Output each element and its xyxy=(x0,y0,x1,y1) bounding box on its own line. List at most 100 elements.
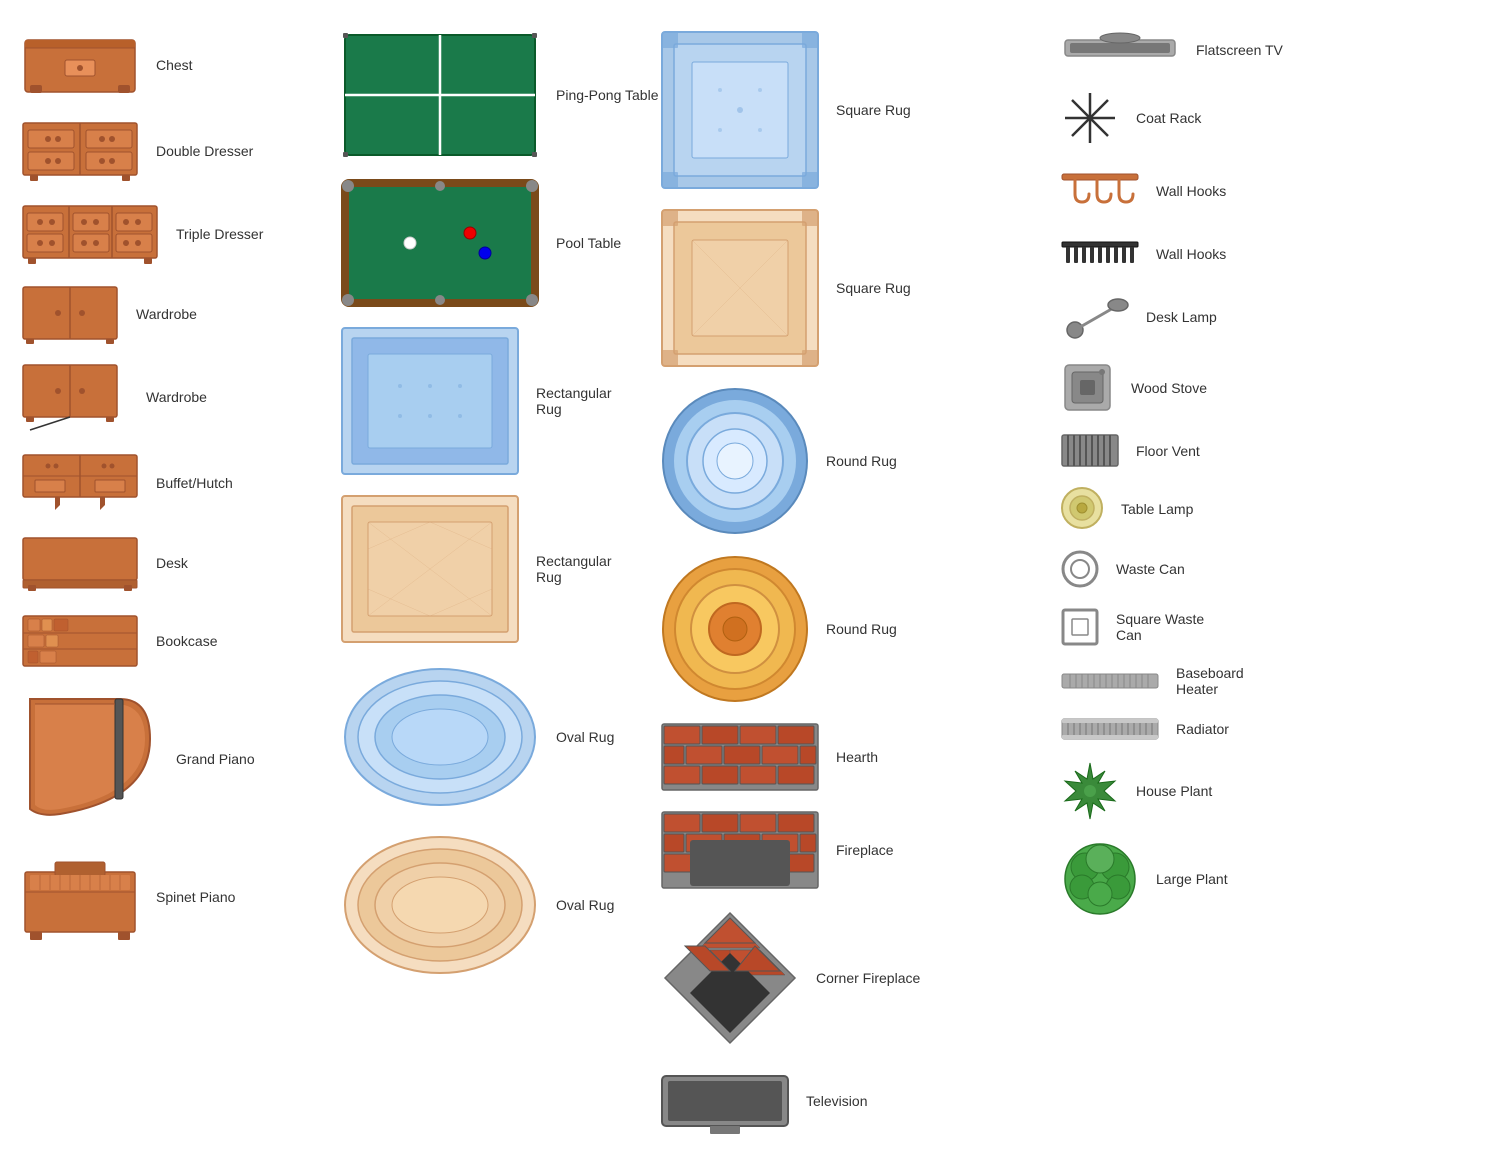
list-item: Television xyxy=(660,1066,1040,1136)
list-item: Large Plant xyxy=(1060,839,1400,919)
square-waste-can-icon xyxy=(1060,607,1100,647)
pool-table-label: Pool Table xyxy=(556,235,621,251)
hearth-icon xyxy=(660,722,820,792)
square-rug2-icon xyxy=(660,208,820,368)
square-rug1-icon xyxy=(660,30,820,190)
rect-rug2-label: Rectangular Rug xyxy=(536,553,612,585)
large-plant-label: Large Plant xyxy=(1156,871,1228,887)
square-rug1-label: Square Rug xyxy=(836,102,911,118)
wood-stove-label: Wood Stove xyxy=(1131,380,1207,396)
wardrobe2-label: Wardrobe xyxy=(146,389,207,405)
list-item: Wall Hooks xyxy=(1060,166,1400,216)
rect-rug1-label: Rectangular Rug xyxy=(536,385,612,417)
list-item: Waste Can xyxy=(1060,549,1400,589)
list-item: Hearth xyxy=(660,722,1040,792)
rect-rug2-icon xyxy=(340,494,520,644)
wardrobe1-label: Wardrobe xyxy=(136,306,197,322)
list-item: Square Rug xyxy=(660,208,1040,368)
wardrobe1-icon xyxy=(20,284,120,344)
column-3: Square Rug Square Rug xyxy=(650,20,1050,1146)
list-item: Square Waste Can xyxy=(1060,607,1400,647)
wall-hooks1-icon xyxy=(1060,166,1140,216)
buffet-hutch-icon xyxy=(20,450,140,515)
buffet-hutch-label: Buffet/Hutch xyxy=(156,475,233,491)
radiator-label: Radiator xyxy=(1176,721,1229,737)
flatscreen-tv-label: Flatscreen TV xyxy=(1196,42,1283,58)
coat-rack-label: Coat Rack xyxy=(1136,110,1201,126)
list-item: Flatscreen TV xyxy=(1060,30,1400,70)
double-dresser-icon xyxy=(20,118,140,183)
rect-rug1-icon xyxy=(340,326,520,476)
list-item: Floor Vent xyxy=(1060,433,1400,468)
radiator-icon xyxy=(1060,715,1160,743)
list-item: Square Rug xyxy=(660,30,1040,190)
round-rug1-icon xyxy=(660,386,810,536)
oval-rug1-label: Oval Rug xyxy=(556,729,614,745)
spinet-piano-label: Spinet Piano xyxy=(156,889,235,905)
list-item: Chest xyxy=(20,30,320,100)
round-rug2-label: Round Rug xyxy=(826,621,897,637)
hearth-label: Hearth xyxy=(836,749,878,765)
coat-rack-icon xyxy=(1060,88,1120,148)
waste-can-icon xyxy=(1060,549,1100,589)
desk-lamp-label: Desk Lamp xyxy=(1146,309,1217,325)
floor-vent-label: Floor Vent xyxy=(1136,443,1200,459)
list-item: Wall Hooks xyxy=(1060,234,1400,274)
list-item: Wardrobe xyxy=(20,284,320,344)
desk-label: Desk xyxy=(156,555,188,571)
round-rug2-icon xyxy=(660,554,810,704)
list-item: Ping-Pong Table xyxy=(340,30,640,160)
television-label: Television xyxy=(806,1093,867,1109)
list-item: Grand Piano xyxy=(20,689,320,829)
floor-vent-icon xyxy=(1060,433,1120,468)
house-plant-label: House Plant xyxy=(1136,783,1212,799)
list-item: Table Lamp xyxy=(1060,486,1400,531)
list-item: Round Rug xyxy=(660,386,1040,536)
bookcase-label: Bookcase xyxy=(156,633,217,649)
corner-fireplace-icon xyxy=(660,908,800,1048)
list-item: House Plant xyxy=(1060,761,1400,821)
main-page: Chest xyxy=(0,0,1500,1166)
oval-rug2-icon xyxy=(340,830,540,980)
list-item: Rectangular Rug xyxy=(340,494,640,644)
column-2: Ping-Pong Table Pool Tabl xyxy=(330,20,650,1146)
list-item: Oval Rug xyxy=(340,662,640,812)
desk-icon xyxy=(20,533,140,593)
fireplace-label: Fireplace xyxy=(836,842,894,858)
column-1: Chest xyxy=(10,20,330,1146)
double-dresser-label: Double Dresser xyxy=(156,143,253,159)
waste-can-label: Waste Can xyxy=(1116,561,1185,577)
table-lamp-label: Table Lamp xyxy=(1121,501,1193,517)
spinet-piano-icon xyxy=(20,847,140,947)
pool-table-icon xyxy=(340,178,540,308)
list-item: Double Dresser xyxy=(20,118,320,183)
baseboard-heater-label: Baseboard Heater xyxy=(1176,665,1244,697)
list-item: Wardrobe xyxy=(20,362,320,432)
bookcase-icon xyxy=(20,611,140,671)
grand-piano-label: Grand Piano xyxy=(176,751,255,767)
wood-stove-icon xyxy=(1060,360,1115,415)
list-item: Pool Table xyxy=(340,178,640,308)
television-icon xyxy=(660,1066,790,1136)
round-rug1-label: Round Rug xyxy=(826,453,897,469)
square-rug2-label: Square Rug xyxy=(836,280,911,296)
list-item: Triple Dresser xyxy=(20,201,320,266)
list-item: Round Rug xyxy=(660,554,1040,704)
ping-pong-icon xyxy=(340,30,540,160)
oval-rug2-label: Oval Rug xyxy=(556,897,614,913)
list-item: Radiator xyxy=(1060,715,1400,743)
fireplace-icon xyxy=(660,810,820,890)
list-item: Wood Stove xyxy=(1060,360,1400,415)
desk-lamp-icon xyxy=(1060,292,1130,342)
wardrobe2-icon xyxy=(20,362,130,432)
list-item: Buffet/Hutch xyxy=(20,450,320,515)
corner-fireplace-label: Corner Fireplace xyxy=(816,970,920,986)
wall-hooks2-label: Wall Hooks xyxy=(1156,246,1226,262)
wall-hooks2-icon xyxy=(1060,234,1140,274)
baseboard-heater-icon xyxy=(1060,671,1160,691)
list-item: Oval Rug xyxy=(340,830,640,980)
oval-rug1-icon xyxy=(340,662,540,812)
list-item: Bookcase xyxy=(20,611,320,671)
list-item: Corner Fireplace xyxy=(660,908,1040,1048)
large-plant-icon xyxy=(1060,839,1140,919)
